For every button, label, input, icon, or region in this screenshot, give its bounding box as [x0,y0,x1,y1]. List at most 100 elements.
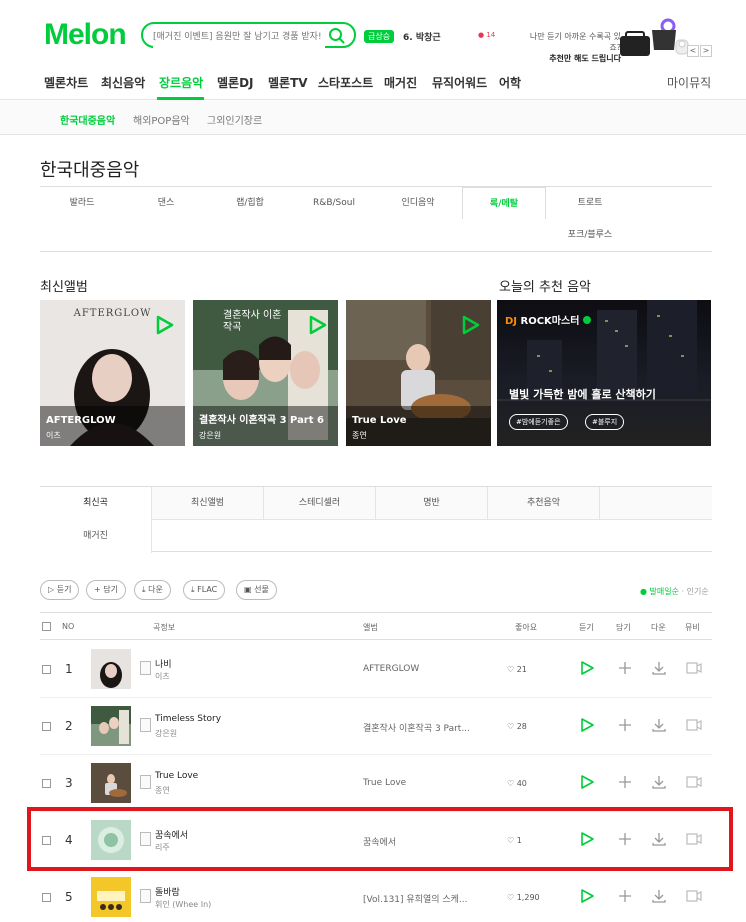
recommend-card[interactable]: DJ ROCK마스터 별빛 가득한 밤에 홀로 산책하기 #밤에듣기좋은 #블루… [497,300,711,446]
promo-prev-button[interactable]: < [687,45,699,57]
play-icon[interactable] [579,660,595,676]
play-icon[interactable] [579,774,595,790]
download-icon[interactable] [651,717,667,733]
play-icon[interactable] [579,888,595,904]
add-button[interactable]: + 담기 [86,580,126,600]
select-all-checkbox[interactable] [42,622,51,631]
album-card[interactable]: 결혼작사 이혼작곡 결혼작사 이혼작곡 3 Part 6 강은원 [193,300,338,446]
download-icon[interactable] [651,888,667,904]
row-thumbnail[interactable] [91,649,131,689]
download-button[interactable]: ⤓ 다운 [134,580,171,600]
genre-trot[interactable]: 트로트 [548,187,632,219]
add-icon[interactable] [617,888,633,904]
song-artist[interactable]: 휘인 (Whee In) [155,899,211,910]
tab-steady-seller[interactable]: 스테디셀러 [264,487,376,520]
nav-genre[interactable]: 장르음악 [159,74,203,91]
flac-button[interactable]: ⤓ FLAC [183,580,226,600]
mv-icon[interactable] [686,774,702,790]
song-album[interactable]: 결혼작사 이혼작곡 3 Part... [363,721,470,734]
recommend-tag[interactable]: #밤에듣기좋은 [509,414,568,430]
nav-latest[interactable]: 최신음악 [101,74,145,91]
album-title[interactable]: 결혼작사 이혼작곡 3 Part 6 [199,411,324,426]
row-thumbnail[interactable] [91,706,131,746]
album-title[interactable]: AFTERGLOW [46,415,116,426]
song-artist[interactable]: 이츠 [155,671,170,682]
play-icon[interactable] [459,314,481,336]
song-title[interactable]: True Love [155,771,198,781]
genre-indie[interactable]: 인디음악 [376,187,460,219]
like-count[interactable]: ♡ 40 [507,779,527,788]
search-icon[interactable] [328,27,346,45]
subnav-kpop[interactable]: 한국대중음악 [60,112,115,127]
mv-icon[interactable] [686,660,702,676]
song-info-icon[interactable] [140,718,151,732]
row-checkbox[interactable] [42,665,51,674]
song-title[interactable]: Timeless Story [155,714,221,724]
song-album[interactable]: [Vol.131] 유희열의 스케... [363,892,468,905]
sort-by-date[interactable]: ● 발매일순 [640,587,679,596]
genre-dance[interactable]: 댄스 [124,187,208,219]
add-icon[interactable] [617,717,633,733]
like-count[interactable]: ♡ 1,290 [507,893,540,902]
download-icon[interactable] [651,774,667,790]
nav-magazine[interactable]: 매거진 [384,74,417,91]
genre-folk[interactable]: 포크/블루스 [548,219,632,251]
nav-language[interactable]: 어학 [499,74,521,91]
play-icon[interactable] [306,314,328,336]
genre-rnb[interactable]: R&B/Soul [292,187,376,219]
row-checkbox[interactable] [42,893,51,902]
song-info-icon[interactable] [140,889,151,903]
song-info-icon[interactable] [140,775,151,789]
genre-ballad[interactable]: 발라드 [40,187,124,219]
song-album[interactable]: True Love [363,778,406,788]
tab-magazine[interactable]: 매거진 [40,520,152,553]
song-title[interactable]: 돌바람 [155,885,180,898]
tab-latest-songs[interactable]: 최신곡 [40,487,152,520]
tab-classic-albums[interactable]: 명반 [376,487,488,520]
gift-button[interactable]: ▣ 선물 [236,580,277,600]
nav-starpost[interactable]: 스타포스트 [318,74,373,91]
row-thumbnail[interactable] [91,763,131,803]
melon-logo[interactable]: Melon [44,18,127,52]
album-artist[interactable]: 종연 [352,430,367,441]
sort-by-popularity[interactable]: 인기순 [687,587,709,596]
realtime-rank-item[interactable]: 6. 박창근 [403,30,441,43]
song-info-icon[interactable] [140,661,151,675]
listen-button[interactable]: ▷ 듣기 [40,580,80,600]
nav-award[interactable]: 뮤직어워드 [432,74,487,91]
genre-hiphop[interactable]: 랩/힙합 [208,187,292,219]
song-title[interactable]: 나비 [155,657,172,670]
search-input[interactable] [153,26,325,48]
row-thumbnail[interactable] [91,877,131,917]
promo-image[interactable] [616,18,694,60]
row-checkbox[interactable] [42,722,51,731]
add-icon[interactable] [617,774,633,790]
album-card[interactable]: True Love 종연 [346,300,491,446]
song-album[interactable]: AFTERGLOW [363,664,419,674]
album-card[interactable]: AFTERGLOW AFTERGLOW 이츠 [40,300,185,446]
mv-icon[interactable] [686,717,702,733]
album-artist[interactable]: 이츠 [46,430,61,441]
nav-dj[interactable]: 멜론DJ [217,74,254,91]
tab-latest-albums[interactable]: 최신앨범 [152,487,264,520]
promo-next-button[interactable]: > [700,45,712,57]
tab-recommend[interactable]: 추천음악 [488,487,600,520]
genre-rock[interactable]: 록/메탈 [462,187,546,219]
recommend-title[interactable]: 별빛 가득한 밤에 홀로 산책하기 [509,386,656,402]
nav-chart[interactable]: 멜론차트 [44,74,88,91]
like-count[interactable]: ♡ 21 [507,665,527,674]
download-icon[interactable] [651,660,667,676]
album-title[interactable]: True Love [352,415,407,426]
album-artist[interactable]: 강은원 [199,430,221,441]
nav-my-music[interactable]: 마이뮤직 [667,74,711,91]
mv-icon[interactable] [686,888,702,904]
subnav-other[interactable]: 그외인기장르 [207,112,262,127]
like-count[interactable]: ♡ 28 [507,722,527,731]
add-icon[interactable] [617,660,633,676]
row-checkbox[interactable] [42,779,51,788]
play-icon[interactable] [579,717,595,733]
play-icon[interactable] [153,314,175,336]
nav-tv[interactable]: 멜론TV [268,74,308,91]
song-artist[interactable]: 강은원 [155,728,177,739]
recommend-tag[interactable]: #블루지 [585,414,625,430]
